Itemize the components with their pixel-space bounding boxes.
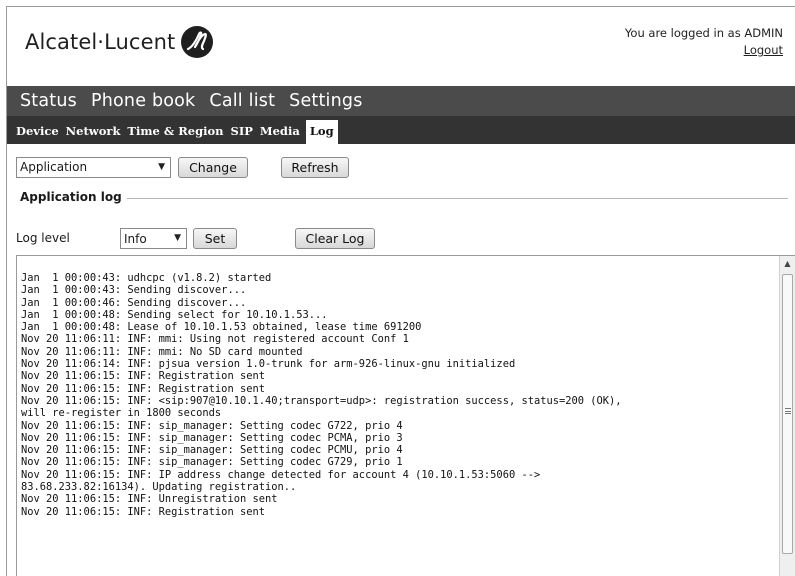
clear-log-button[interactable]: Clear Log [295, 228, 375, 249]
log-line: Jan 1 00:00:48: Lease of 10.10.1.53 obta… [21, 321, 422, 334]
log-content: Jan 1 00:00:43: udhcpc (v1.8.2) started J… [21, 272, 773, 518]
log-line: Jan 1 00:00:46: Sending discover... [21, 296, 247, 309]
header: Alcatel·Lucent You are logged in as ADMI… [7, 7, 795, 82]
chevron-down-icon: ▼ [158, 161, 165, 172]
log-textarea[interactable]: Jan 1 00:00:43: udhcpc (v1.8.2) started J… [16, 255, 795, 576]
login-info: You are logged in as ADMIN Logout [625, 25, 783, 59]
log-type-value: Application [20, 160, 88, 174]
log-line: Nov 20 11:06:15: INF: sip_manager: Setti… [21, 419, 403, 432]
log-line: Nov 20 11:06:15: INF: Registration sent [21, 370, 265, 383]
log-level-label: Log level [16, 231, 70, 245]
log-line: Jan 1 00:00:48: Sending select for 10.10… [21, 308, 328, 321]
log-level-select[interactable]: Info ▼ [120, 228, 187, 249]
subnav-device[interactable]: Device [15, 124, 60, 144]
log-line: Nov 20 11:06:11: INF: mmi: No SD card mo… [21, 345, 303, 358]
log-type-controls: Application ▼ Change Refresh [16, 155, 349, 179]
scroll-up-icon[interactable]: ▲ [780, 256, 795, 272]
app-frame: Alcatel·Lucent You are logged in as ADMI… [6, 6, 795, 576]
section-title: Application log [20, 190, 122, 204]
log-line: 83.68.233.82:16134). Updating registrati… [21, 481, 297, 494]
nav-status[interactable]: Status [20, 91, 77, 111]
subnav-media[interactable]: Media [259, 124, 301, 144]
nav-phone-book[interactable]: Phone book [91, 91, 195, 111]
brand-name: Alcatel·Lucent [25, 30, 176, 54]
set-button[interactable]: Set [193, 228, 237, 249]
scrollbar-thumb[interactable] [782, 274, 793, 554]
subnav-network[interactable]: Network [65, 124, 122, 144]
log-line: Nov 20 11:06:15: INF: sip_manager: Setti… [21, 456, 403, 469]
log-line: Nov 20 11:06:14: INF: pjsua version 1.0-… [21, 358, 516, 371]
refresh-button[interactable]: Refresh [281, 156, 349, 178]
log-line: will re-register in 1800 seconds [21, 407, 222, 420]
log-line: Nov 20 11:06:15: INF: IP address change … [21, 468, 541, 481]
logged-in-text: You are logged in as ADMIN [624, 26, 783, 40]
log-line: Nov 20 11:06:15: INF: <sip:907@10.10.1.4… [21, 394, 622, 407]
chevron-down-icon: ▼ [174, 233, 181, 243]
nav-settings[interactable]: Settings [289, 91, 362, 111]
log-line: Jan 1 00:00:43: Sending discover... [21, 284, 247, 297]
logout-link[interactable]: Logout [625, 42, 783, 59]
log-level-controls: Log level Info ▼ Set Clear Log [16, 227, 416, 251]
subnav-log[interactable]: Log [305, 120, 338, 144]
application-log-section: Application log [20, 190, 788, 204]
log-line: Nov 20 11:06:11: INF: mmi: Using not reg… [21, 333, 409, 346]
log-line: Nov 20 11:06:15: INF: sip_manager: Setti… [21, 431, 403, 444]
sub-nav: Device Network Time & Region SIP Media L… [7, 116, 795, 144]
nav-call-list[interactable]: Call list [209, 91, 275, 111]
change-button[interactable]: Change [178, 156, 248, 178]
subnav-sip[interactable]: SIP [230, 124, 254, 144]
section-divider [126, 197, 788, 199]
log-line: Nov 20 11:06:15: INF: Registration sent [21, 505, 265, 518]
subnav-time-region[interactable]: Time & Region [126, 124, 224, 144]
log-level-value: Info [124, 231, 147, 246]
grip-icon [785, 408, 791, 414]
log-line: Jan 1 00:00:43: udhcpc (v1.8.2) started [21, 272, 272, 284]
brand-logo: Alcatel·Lucent [25, 25, 214, 59]
log-line: Nov 20 11:06:15: INF: sip_manager: Setti… [21, 444, 403, 457]
scrollbar[interactable]: ▲ [779, 256, 795, 576]
main-nav: Status Phone book Call list Settings [7, 86, 795, 116]
alcatel-lucent-logo-icon [181, 26, 214, 58]
log-line: Nov 20 11:06:15: INF: Unregistration sen… [21, 493, 278, 506]
log-line: Nov 20 11:06:15: INF: Registration sent [21, 382, 265, 395]
log-type-select[interactable]: Application ▼ [16, 156, 171, 178]
